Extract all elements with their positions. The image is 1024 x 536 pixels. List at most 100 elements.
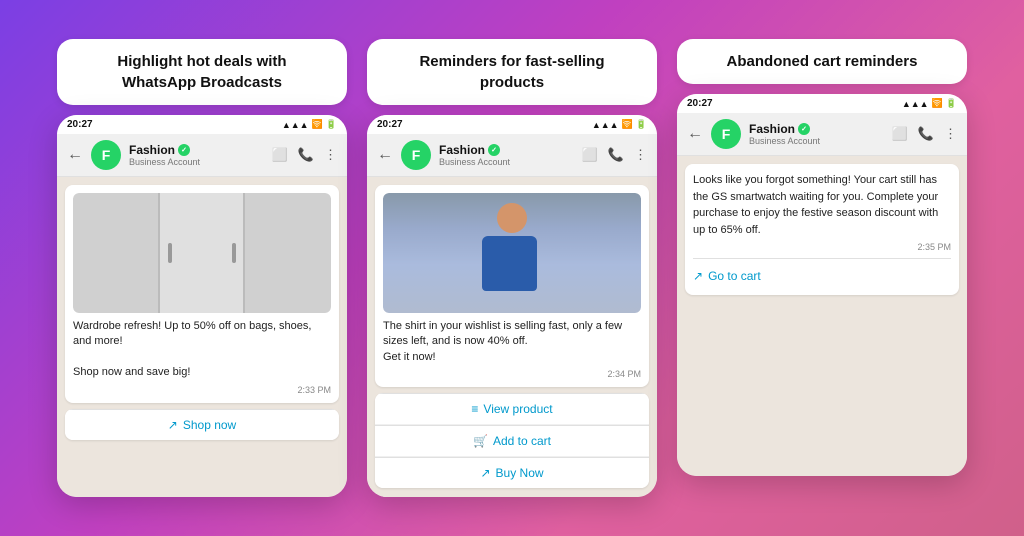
broadcast-card-wrapper: Highlight hot deals withWhatsApp Broadca… bbox=[57, 39, 347, 497]
shop-now-label: Shop now bbox=[183, 418, 236, 432]
broadcast-shop-now-button[interactable]: ↗ Shop now bbox=[65, 409, 339, 440]
broadcast-phone-icon[interactable]: 📞 bbox=[298, 147, 314, 163]
broadcast-action-buttons: ↗ Shop now bbox=[65, 409, 339, 440]
shirt-image bbox=[383, 193, 641, 313]
shop-now-link-icon: ↗ bbox=[168, 418, 178, 432]
abandoned-more-icon[interactable]: ⋮ bbox=[944, 126, 957, 142]
abandoned-cart-title: Abandoned cart reminders bbox=[677, 39, 967, 84]
abandoned-cart-contact-name: Fashion ✓ bbox=[749, 122, 884, 136]
reminders-card-wrapper: Reminders for fast-sellingproducts 20:27… bbox=[367, 39, 657, 497]
abandoned-cart-verified-badge: ✓ bbox=[798, 123, 810, 135]
reminders-chat-body: The shirt in your wishlist is selling fa… bbox=[367, 177, 657, 497]
reminders-time: 20:27 bbox=[377, 119, 403, 130]
reminders-video-icon[interactable]: ⬜ bbox=[582, 147, 598, 163]
abandoned-cart-header-actions: ⬜ 📞 ⋮ bbox=[892, 126, 957, 142]
wifi-icon: 🛜 bbox=[312, 119, 323, 130]
broadcast-phone-mockup: 20:27 ▲▲▲ 🛜 🔋 ← F Fashion ✓ Business Acc… bbox=[57, 115, 347, 497]
reminders-phone-mockup: 20:27 ▲▲▲ 🛜 🔋 ← F Fashion ✓ Business Acc… bbox=[367, 115, 657, 497]
abandoned-cart-status-icons: ▲▲▲ 🛜 🔋 bbox=[902, 98, 957, 109]
wardrobe-handles bbox=[168, 243, 236, 263]
view-product-button[interactable]: ≡ View product bbox=[375, 393, 649, 425]
abandoned-cart-contact-subtitle: Business Account bbox=[749, 136, 884, 146]
reminders-message-bubble: The shirt in your wishlist is selling fa… bbox=[375, 185, 649, 387]
reminders-signal-icon: ▲▲▲ bbox=[592, 120, 619, 130]
signal-icon: ▲▲▲ bbox=[282, 120, 309, 130]
shirt-head bbox=[497, 203, 527, 233]
broadcast-status-icons: ▲▲▲ 🛜 🔋 bbox=[282, 119, 337, 130]
abandoned-cart-contact-info: Fashion ✓ Business Account bbox=[749, 122, 884, 146]
reminders-chat-header: ← F Fashion ✓ Business Account ⬜ 📞 ⋮ bbox=[367, 134, 657, 177]
abandoned-cart-status-bar: 20:27 ▲▲▲ 🛜 🔋 bbox=[677, 94, 967, 113]
reminders-contact-info: Fashion ✓ Business Account bbox=[439, 143, 574, 167]
reminders-message-text: The shirt in your wishlist is selling fa… bbox=[383, 319, 641, 365]
reminders-status-icons: ▲▲▲ 🛜 🔋 bbox=[592, 119, 647, 130]
abandoned-battery-icon: 🔋 bbox=[946, 98, 957, 109]
broadcast-chat-body: Wardrobe refresh! Up to 50% off on bags,… bbox=[57, 177, 347, 497]
abandoned-signal-icon: ▲▲▲ bbox=[902, 99, 929, 109]
broadcast-message-text: Wardrobe refresh! Up to 50% off on bags,… bbox=[73, 319, 331, 381]
reminders-action-buttons: ≡ View product 🛒 Add to cart ↗ Buy Now bbox=[375, 393, 649, 488]
reminders-avatar: F bbox=[401, 140, 431, 170]
add-to-cart-label: Add to cart bbox=[493, 434, 551, 448]
broadcast-contact-info: Fashion ✓ Business Account bbox=[129, 143, 264, 167]
broadcast-contact-name: Fashion ✓ bbox=[129, 143, 264, 157]
view-product-list-icon: ≡ bbox=[471, 402, 478, 416]
abandoned-wifi-icon: 🛜 bbox=[932, 98, 943, 109]
add-to-cart-icon: 🛒 bbox=[473, 434, 488, 448]
broadcast-contact-subtitle: Business Account bbox=[129, 157, 264, 167]
battery-icon: 🔋 bbox=[326, 119, 337, 130]
abandoned-cart-message-time: 2:35 PM bbox=[693, 242, 951, 252]
reminders-verified-badge: ✓ bbox=[488, 144, 500, 156]
reminders-contact-subtitle: Business Account bbox=[439, 157, 574, 167]
add-to-cart-button[interactable]: 🛒 Add to cart bbox=[375, 425, 649, 457]
broadcast-message-image bbox=[73, 193, 331, 313]
handle-right bbox=[232, 243, 236, 263]
go-to-cart-label: Go to cart bbox=[708, 269, 761, 283]
broadcast-more-icon[interactable]: ⋮ bbox=[324, 147, 337, 163]
abandoned-cart-time: 20:27 bbox=[687, 98, 713, 109]
reminders-contact-name: Fashion ✓ bbox=[439, 143, 574, 157]
broadcast-time: 20:27 bbox=[67, 119, 93, 130]
reminders-message-time: 2:34 PM bbox=[383, 369, 641, 379]
broadcast-card-title: Highlight hot deals withWhatsApp Broadca… bbox=[57, 39, 347, 105]
reminders-more-icon[interactable]: ⋮ bbox=[634, 147, 647, 163]
abandoned-video-icon[interactable]: ⬜ bbox=[892, 126, 908, 142]
broadcast-header-actions: ⬜ 📞 ⋮ bbox=[272, 147, 337, 163]
abandoned-cart-back-button[interactable]: ← bbox=[687, 125, 703, 143]
view-product-label: View product bbox=[483, 402, 552, 416]
reminders-phone-icon[interactable]: 📞 bbox=[608, 147, 624, 163]
broadcast-verified-badge: ✓ bbox=[178, 144, 190, 156]
abandoned-cart-chat-header: ← F Fashion ✓ Business Account ⬜ 📞 ⋮ bbox=[677, 113, 967, 156]
buy-now-link-icon: ↗ bbox=[480, 466, 490, 480]
abandoned-cart-phone-mockup: 20:27 ▲▲▲ 🛜 🔋 ← F Fashion ✓ Business Acc… bbox=[677, 94, 967, 476]
abandoned-cart-wrapper: Abandoned cart reminders 20:27 ▲▲▲ 🛜 🔋 ←… bbox=[677, 39, 967, 476]
handle-left bbox=[168, 243, 172, 263]
reminders-back-button[interactable]: ← bbox=[377, 146, 393, 164]
buy-now-label: Buy Now bbox=[496, 466, 544, 480]
abandoned-cart-message-text: Looks like you forgot something! Your ca… bbox=[693, 172, 951, 238]
reminders-status-bar: 20:27 ▲▲▲ 🛜 🔋 bbox=[367, 115, 657, 134]
abandoned-cart-message-bubble: Looks like you forgot something! Your ca… bbox=[685, 164, 959, 295]
buy-now-button[interactable]: ↗ Buy Now bbox=[375, 457, 649, 488]
abandoned-cart-chat-body: Looks like you forgot something! Your ca… bbox=[677, 156, 967, 476]
broadcast-message-bubble: Wardrobe refresh! Up to 50% off on bags,… bbox=[65, 185, 339, 403]
broadcast-message-time: 2:33 PM bbox=[73, 385, 331, 395]
go-to-cart-link-icon: ↗ bbox=[693, 269, 703, 283]
broadcast-back-button[interactable]: ← bbox=[67, 146, 83, 164]
go-to-cart-button[interactable]: ↗ Go to cart bbox=[693, 265, 951, 287]
wardrobe-image bbox=[73, 193, 331, 313]
reminders-message-image bbox=[383, 193, 641, 313]
reminders-wifi-icon: 🛜 bbox=[622, 119, 633, 130]
cards-container: Highlight hot deals withWhatsApp Broadca… bbox=[37, 19, 987, 517]
shirt-figure bbox=[482, 203, 542, 291]
broadcast-avatar: F bbox=[91, 140, 121, 170]
abandoned-phone-icon[interactable]: 📞 bbox=[918, 126, 934, 142]
broadcast-status-bar: 20:27 ▲▲▲ 🛜 🔋 bbox=[57, 115, 347, 134]
shirt-body bbox=[482, 236, 537, 291]
abandoned-cart-avatar: F bbox=[711, 119, 741, 149]
reminders-card-title: Reminders for fast-sellingproducts bbox=[367, 39, 657, 105]
broadcast-chat-header: ← F Fashion ✓ Business Account ⬜ 📞 ⋮ bbox=[57, 134, 347, 177]
reminders-battery-icon: 🔋 bbox=[636, 119, 647, 130]
broadcast-video-icon[interactable]: ⬜ bbox=[272, 147, 288, 163]
reminders-header-actions: ⬜ 📞 ⋮ bbox=[582, 147, 647, 163]
